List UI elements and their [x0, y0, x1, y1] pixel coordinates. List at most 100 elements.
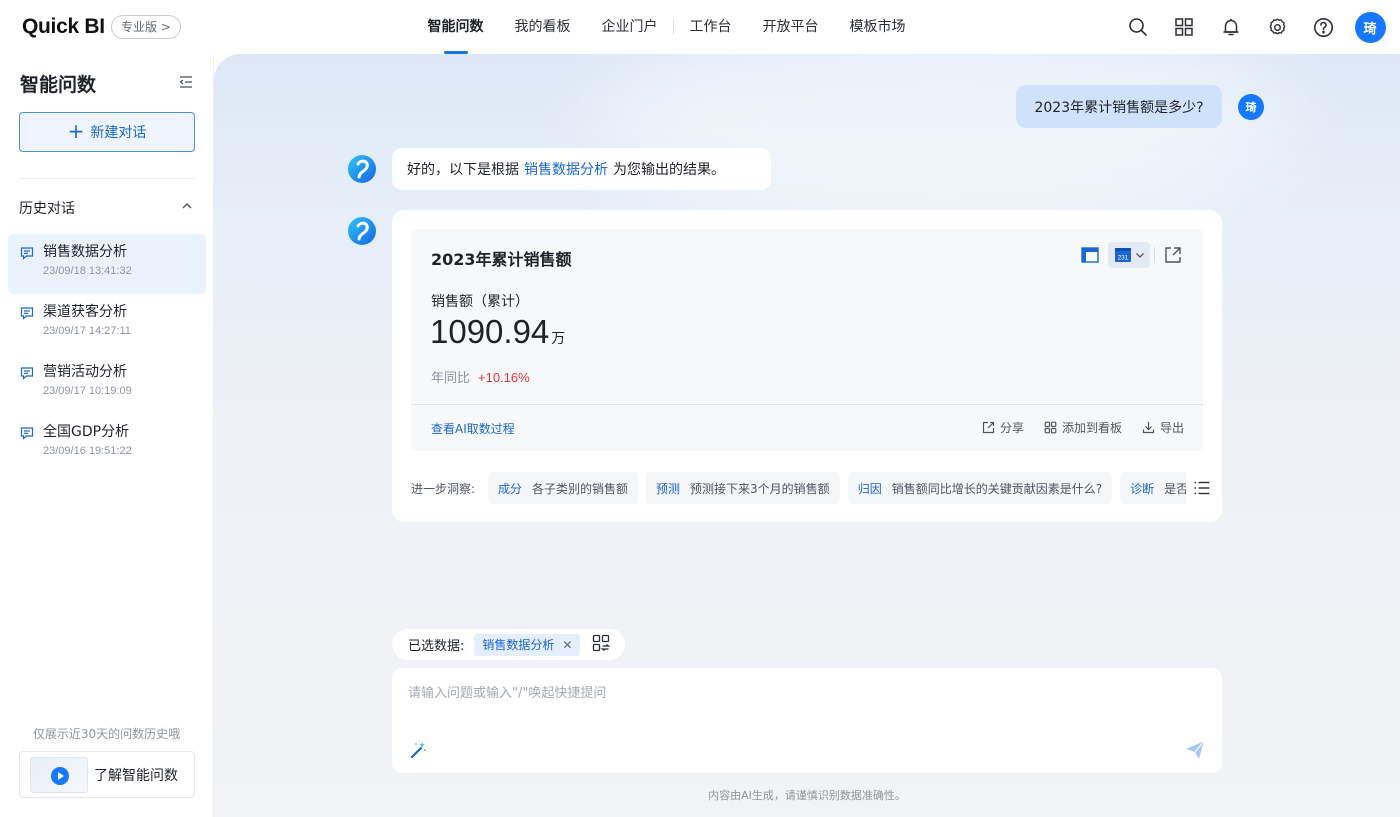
- history-item-name: 营销活动分析: [43, 364, 127, 380]
- history-item-time: 23/09/16 19:51:22: [43, 445, 132, 457]
- metric-value: 1090.94: [430, 313, 550, 350]
- yoy-value: +10.16%: [478, 370, 530, 385]
- dataset-link[interactable]: 销售数据分析: [524, 159, 608, 179]
- answer-card: 2023年累计销售额 231 销售额（累计） 1090.94 万 年同比 +10…: [392, 210, 1222, 522]
- insight-chip-text: 预测接下来3个月的销售额: [690, 481, 830, 496]
- insight-chip[interactable]: 预测 预测接下来3个月的销售额: [646, 472, 840, 504]
- history-header[interactable]: 历史对话: [19, 198, 195, 218]
- export-button[interactable]: 导出: [1142, 419, 1184, 436]
- further-insights: 进一步洞察: 成分 各子类别的销售额 预测 预测接下来3个月的销售额 归因 销售额同比…: [411, 472, 1211, 504]
- top-icons: 琦: [1107, 11, 1386, 43]
- selected-data-label: 已选数据:: [408, 639, 465, 654]
- nav-item-template-market[interactable]: 模板市场: [834, 0, 921, 54]
- expand-icon[interactable]: [1159, 242, 1187, 268]
- apps-grid-icon[interactable]: [1168, 11, 1200, 43]
- user-message-avatar: 琦: [1238, 94, 1264, 120]
- collapse-sidebar-icon[interactable]: [178, 74, 194, 90]
- nav-item-my-boards[interactable]: 我的看板: [499, 0, 586, 54]
- bot-reply-suffix: 为您输出的结果。: [613, 162, 725, 178]
- yoy-label: 年同比: [431, 371, 471, 386]
- bot-avatar-icon: [348, 217, 376, 245]
- share-label: 分享: [999, 421, 1024, 435]
- history-item[interactable]: 营销活动分析 23/09/17 10:19:09: [8, 354, 206, 414]
- insight-chip[interactable]: 归因 销售额同比增长的关键贡献因素是什么?: [847, 472, 1113, 504]
- nav-item-workbench[interactable]: 工作台: [674, 0, 747, 54]
- top-nav: 智能问数 我的看板 企业门户 工作台 开放平台 模板市场: [412, 0, 921, 54]
- new-chat-button[interactable]: + 新建对话: [19, 112, 195, 152]
- kpi-footer: 查看AI取数过程 分享 添加到看板 导出: [411, 404, 1203, 451]
- list-icon[interactable]: [1193, 479, 1211, 497]
- history-item[interactable]: 渠道获客分析 23/09/17 14:27:11: [8, 294, 206, 354]
- play-icon: [51, 766, 69, 785]
- chart-type-selector[interactable]: 231: [1108, 242, 1150, 268]
- table-view-icon[interactable]: [1076, 242, 1104, 268]
- share-button[interactable]: 分享: [982, 419, 1024, 436]
- selected-dataset-name: 销售数据分析: [482, 638, 555, 652]
- history-item[interactable]: 全国GDP分析 23/09/16 19:51:22: [8, 414, 206, 474]
- magic-wand-icon[interactable]: [408, 740, 428, 764]
- yoy-row: 年同比 +10.16%: [431, 367, 530, 386]
- help-icon[interactable]: [1308, 11, 1340, 43]
- chevron-up-icon[interactable]: [181, 200, 193, 216]
- kpi-card: 2023年累计销售额 231 销售额（累计） 1090.94 万 年同比 +10…: [411, 229, 1203, 451]
- insight-chip[interactable]: 诊断是否有异常: [1120, 472, 1186, 504]
- insight-chip-tag: 归因: [857, 481, 882, 496]
- toolbar-separator: [1154, 247, 1155, 263]
- learn-smart-query-label: 了解智能问数: [94, 767, 178, 784]
- chart-type-badge: 231: [1117, 255, 1128, 262]
- switch-dataset-icon[interactable]: [592, 634, 611, 656]
- history-list: 销售数据分析 23/09/18 13:41:32 渠道获客分析 23/09/17…: [8, 234, 206, 474]
- edition-badge[interactable]: 专业版 >: [111, 15, 181, 39]
- nav-item-smart-query[interactable]: 智能问数: [412, 0, 499, 54]
- kpi-chart-icon: 231: [1114, 248, 1131, 262]
- export-label: 导出: [1159, 421, 1184, 435]
- chat-bubble-icon: [20, 246, 34, 264]
- sidebar-title: 智能问数: [20, 74, 97, 96]
- sidebar-divider: [19, 178, 195, 179]
- insight-chip-text: 销售额同比增长的关键贡献因素是什么?: [891, 481, 1103, 496]
- add-to-board-button[interactable]: 添加到看板: [1044, 419, 1122, 436]
- quick-bi-logo[interactable]: Quick BI: [22, 15, 105, 39]
- download-icon: [1142, 422, 1155, 434]
- question-input[interactable]: [392, 668, 1222, 728]
- video-thumbnail: [30, 756, 88, 793]
- add-to-board-label: 添加到看板: [1061, 421, 1122, 435]
- gear-icon[interactable]: [1261, 11, 1293, 43]
- history-retention-note: 仅展示近30天的问数历史哦: [32, 727, 181, 741]
- history-item[interactable]: 销售数据分析 23/09/18 13:41:32: [8, 234, 206, 294]
- chat-area: 2023年累计销售额是多少? 琦 好的，以下是根据 销售数据分析 为您输出的结果…: [214, 54, 1400, 817]
- nav-item-open-platform[interactable]: 开放平台: [747, 0, 834, 54]
- question-input-box: [392, 668, 1222, 773]
- plus-icon: +: [67, 119, 85, 143]
- user-avatar[interactable]: 琦: [1354, 11, 1386, 43]
- metric-unit: 万: [551, 330, 566, 346]
- kpi-actions: 分享 添加到看板 导出: [962, 419, 1184, 436]
- chat-bubble-icon: [20, 426, 34, 444]
- insight-chip-text: 各子类别的销售额: [532, 481, 629, 496]
- kpi-toolbar: 231: [1076, 242, 1187, 268]
- chevron-down-icon: [1135, 253, 1144, 258]
- insight-chip-tag: 诊断: [1130, 481, 1155, 496]
- kpi-title: 2023年累计销售额: [431, 250, 572, 269]
- insight-chip[interactable]: 成分 各子类别的销售额: [488, 472, 639, 504]
- learn-smart-query-card[interactable]: 了解智能问数: [19, 751, 195, 798]
- history-item-time: 23/09/18 13:41:32: [43, 265, 132, 277]
- chat-bubble-icon: [20, 306, 34, 324]
- history-item-time: 23/09/17 10:19:09: [43, 385, 132, 397]
- nav-item-enterprise-portal[interactable]: 企业门户: [586, 0, 673, 54]
- send-icon[interactable]: [1184, 739, 1206, 765]
- close-icon[interactable]: ✕: [562, 638, 572, 652]
- new-chat-label: 新建对话: [90, 125, 147, 141]
- view-ai-process-link[interactable]: 查看AI取数过程: [431, 420, 515, 437]
- bell-icon[interactable]: [1215, 11, 1247, 43]
- top-bar: Quick BI 专业版 > 智能问数 我的看板 企业门户 工作台 开放平台 模…: [0, 0, 1400, 54]
- history-item-time: 23/09/17 14:27:11: [43, 325, 131, 337]
- selected-data-bar: 已选数据: 销售数据分析 ✕: [392, 629, 625, 660]
- chat-bubble-icon: [20, 366, 34, 384]
- selected-dataset-chip[interactable]: 销售数据分析 ✕: [474, 633, 581, 656]
- insight-chip-text: 是否有异常: [1164, 481, 1186, 496]
- metric-value-wrap: 1090.94 万: [430, 313, 565, 351]
- search-icon[interactable]: [1122, 11, 1154, 43]
- bot-message-bubble: 好的，以下是根据 销售数据分析 为您输出的结果。: [392, 148, 771, 190]
- insight-chip-tag: 成分: [498, 481, 523, 496]
